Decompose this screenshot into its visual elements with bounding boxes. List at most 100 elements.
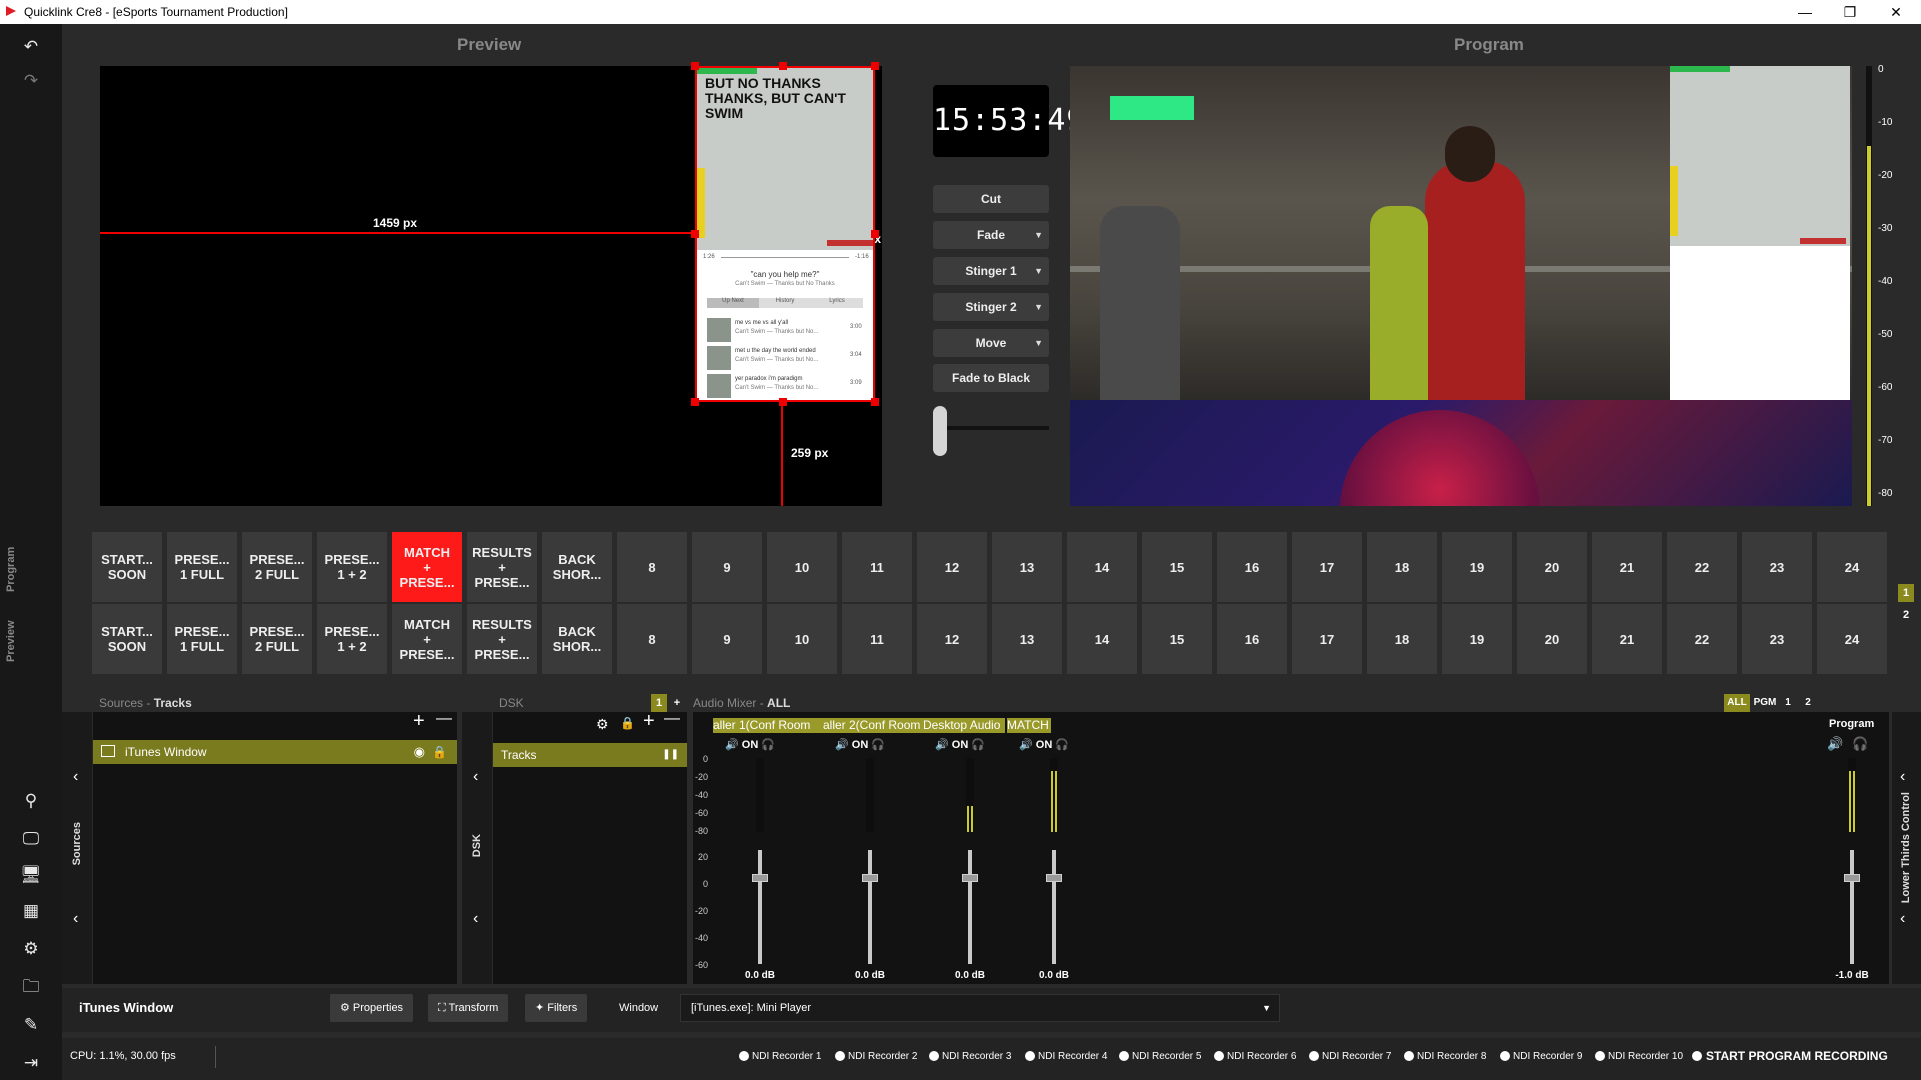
program-scene-2[interactable]: PRESE... 1 FULL [167,532,237,602]
eye-icon[interactable]: ◉ [414,740,425,764]
audio-filter-pgm[interactable]: PGM [1752,694,1778,712]
resize-handle[interactable] [779,398,787,406]
collapse-left-icon[interactable]: ‹ [473,768,478,786]
preview-scene-12[interactable]: 12 [917,604,987,674]
sidebar-settings-icon[interactable]: ⚙ [20,938,42,960]
undo-icon[interactable]: ↶ [20,36,42,58]
program-scene-17[interactable]: 17 [1292,532,1362,602]
program-scene-24[interactable]: 24 [1817,532,1887,602]
preview-scene-5[interactable]: MATCH + PRESE... [392,604,462,674]
collapse-left-icon[interactable]: ‹ [1900,768,1905,786]
sidebar-display-icon[interactable]: 🖥 [20,864,42,886]
preview-scene-15[interactable]: 15 [1142,604,1212,674]
list-item[interactable]: met u the day the world ended Can't Swim… [707,346,867,374]
preview-scene-11[interactable]: 11 [842,604,912,674]
scene-page-1[interactable]: 1 [1898,584,1914,602]
fade-button[interactable]: Fade ▼ [933,221,1049,249]
preview-scene-3[interactable]: PRESE... 2 FULL [242,604,312,674]
program-scene-1[interactable]: START... SOON [92,532,162,602]
chevron-down-icon[interactable]: ▼ [1034,293,1043,321]
resize-handle[interactable] [871,230,879,238]
maximize-button[interactable]: ❐ [1830,2,1870,22]
move-button[interactable]: Move ▼ [933,329,1049,357]
program-scene-21[interactable]: 21 [1592,532,1662,602]
chevron-down-icon[interactable]: ▼ [1034,221,1043,249]
channel-fader-knob[interactable] [752,874,768,882]
preview-scene-9[interactable]: 9 [692,604,762,674]
channel-fader-knob[interactable] [962,874,978,882]
mute-toggle[interactable]: ON [952,739,969,751]
fade-to-black-button[interactable]: Fade to Black [933,364,1049,392]
audio-filter-2[interactable]: 2 [1800,694,1816,712]
preview-scene-23[interactable]: 23 [1742,604,1812,674]
program-scene-12[interactable]: 12 [917,532,987,602]
preview-scene-13[interactable]: 13 [992,604,1062,674]
ndi-recorder-1[interactable]: NDI Recorder 1 [739,1051,821,1062]
headphones-icon[interactable]: 🎧 [1052,739,1069,751]
list-item[interactable]: me vs me vs all y'all Can't Swim — Thank… [707,318,867,346]
resize-handle[interactable] [691,398,699,406]
preview-canvas[interactable]: 1459 px 259 px 8 px BUT NO THANKS THANKS… [100,62,882,506]
window-select[interactable]: [iTunes.exe]: Mini Player ▼ [680,994,1280,1022]
speaker-icon[interactable]: 🔊 [935,739,952,751]
mute-toggle[interactable]: ON [852,739,869,751]
sidebar-exit-icon[interactable]: ⇥ [20,1052,42,1074]
audio-filter-1[interactable]: 1 [1780,694,1796,712]
ndi-recorder-3[interactable]: NDI Recorder 3 [929,1051,1011,1062]
sidebar-folder-icon[interactable]: 🗀 [20,976,42,998]
program-scene-8[interactable]: 8 [617,532,687,602]
program-scene-9[interactable]: 9 [692,532,762,602]
preview-scene-18[interactable]: 18 [1367,604,1437,674]
program-scene-6[interactable]: RESULTS + PRESE... [467,532,537,602]
scene-page-2[interactable]: 2 [1898,606,1914,624]
preview-scene-8[interactable]: 8 [617,604,687,674]
preview-scene-7[interactable]: BACK SHOR... [542,604,612,674]
audio-filter-all[interactable]: ALL [1724,694,1750,712]
preview-scene-14[interactable]: 14 [1067,604,1137,674]
program-scene-19[interactable]: 19 [1442,532,1512,602]
program-scene-3[interactable]: PRESE... 2 FULL [242,532,312,602]
lock-icon[interactable]: 🔒 [620,716,635,730]
preview-scene-6[interactable]: RESULTS + PRESE... [467,604,537,674]
collapse-left-icon[interactable]: ‹ [73,768,78,786]
speaker-icon[interactable]: 🔊 [1827,736,1843,752]
resize-handle[interactable] [691,62,699,70]
t-bar-handle[interactable] [933,406,947,456]
stinger2-button[interactable]: Stinger 2 ▼ [933,293,1049,321]
minimize-button[interactable]: — [1785,2,1825,22]
gear-icon[interactable]: ⚙ [596,716,609,733]
resize-handle[interactable] [779,62,787,70]
ndi-recorder-9[interactable]: NDI Recorder 9 [1500,1051,1582,1062]
cut-button[interactable]: Cut [933,185,1049,213]
remove-source-button[interactable]: — [436,710,452,728]
tab-history[interactable]: History [759,298,811,308]
transform-button[interactable]: ⛶ Transform [428,994,509,1022]
sidebar-tools-icon[interactable]: ✎ [20,1014,42,1036]
preview-scene-22[interactable]: 22 [1667,604,1737,674]
program-scene-5[interactable]: MATCH + PRESE... [392,532,462,602]
filters-button[interactable]: ✦ Filters [525,994,588,1022]
program-scene-13[interactable]: 13 [992,532,1062,602]
preview-scene-16[interactable]: 16 [1217,604,1287,674]
headphones-icon[interactable]: 🎧 [1852,736,1868,752]
resize-handle[interactable] [871,62,879,70]
ndi-recorder-6[interactable]: NDI Recorder 6 [1214,1051,1296,1062]
preview-scene-10[interactable]: 10 [767,604,837,674]
program-scene-10[interactable]: 10 [767,532,837,602]
program-scene-14[interactable]: 14 [1067,532,1137,602]
ndi-recorder-10[interactable]: NDI Recorder 10 [1595,1051,1683,1062]
program-fader-knob[interactable] [1844,874,1860,882]
program-scene-7[interactable]: BACK SHOR... [542,532,612,602]
preview-scene-1[interactable]: START... SOON [92,604,162,674]
speaker-icon[interactable]: 🔊 [1019,739,1036,751]
program-scene-15[interactable]: 15 [1142,532,1212,602]
ndi-recorder-2[interactable]: NDI Recorder 2 [835,1051,917,1062]
program-scene-4[interactable]: PRESE... 1 + 2 [317,532,387,602]
program-scene-11[interactable]: 11 [842,532,912,602]
preview-scene-19[interactable]: 19 [1442,604,1512,674]
tab-up-next[interactable]: Up Next [707,298,759,308]
selected-source-mini-player[interactable]: BUT NO THANKS THANKS, BUT CAN'T SWIM 1:2… [695,66,875,402]
mute-toggle[interactable]: ON [742,739,759,751]
redo-icon[interactable]: ↷ [20,70,42,92]
sidebar-refresh-icon[interactable]: ⚲ [20,790,42,812]
